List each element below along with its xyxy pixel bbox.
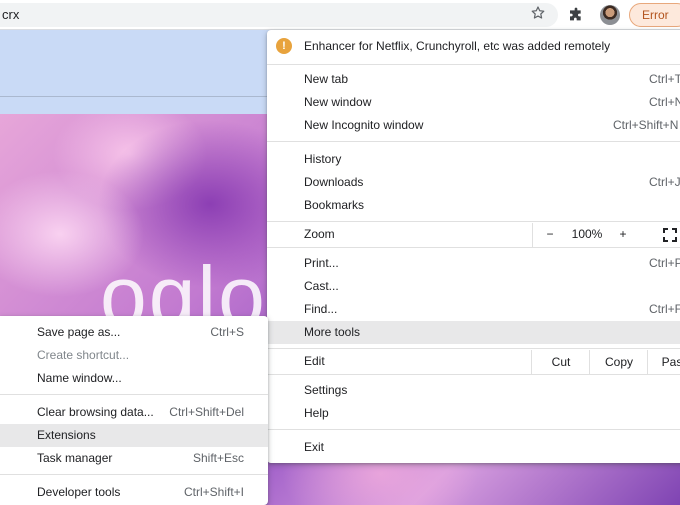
submenu-item-save-page[interactable]: Save page as... Ctrl+S — [0, 321, 268, 344]
menu-item-label: Downloads — [304, 175, 364, 189]
bookmark-star-icon[interactable] — [528, 3, 548, 23]
menu-separator — [267, 221, 680, 222]
menu-item-label: Name window... — [37, 371, 122, 385]
menu-item-shortcut: Ctrl+S — [210, 325, 244, 339]
menu-item-more-tools[interactable]: More tools — [267, 321, 680, 344]
menu-item-shortcut: Shift+Esc — [192, 451, 244, 465]
submenu-item-developer-tools[interactable]: Developer tools Ctrl+Shift+I — [0, 481, 268, 504]
warning-icon: ! — [276, 38, 292, 54]
menu-item-history[interactable]: History — [267, 148, 680, 171]
cut-button[interactable]: Cut — [531, 350, 590, 374]
menu-item-new-tab[interactable]: New tab Ctrl+T — [267, 68, 680, 91]
more-tools-submenu: Save page as... Ctrl+S Create shortcut..… — [0, 316, 268, 505]
menu-item-new-window[interactable]: New window Ctrl+N — [267, 91, 680, 114]
menu-item-label: Settings — [304, 383, 348, 397]
menu-separator — [267, 141, 680, 142]
menu-item-shortcut: Ctrl+Shift+I — [183, 485, 244, 499]
profile-error-chip[interactable]: Error — [629, 3, 680, 27]
menu-item-downloads[interactable]: Downloads Ctrl+J — [267, 171, 680, 194]
submenu-item-name-window[interactable]: Name window... — [0, 367, 268, 390]
copy-button[interactable]: Copy — [589, 350, 648, 374]
menu-item-new-incognito[interactable]: New Incognito window Ctrl+Shift+N — [267, 114, 680, 137]
menu-separator — [0, 474, 268, 475]
menu-item-shortcut: Ctrl+P — [649, 256, 680, 270]
menu-item-cast[interactable]: Cast... — [267, 275, 680, 298]
menu-separator — [267, 247, 680, 248]
menu-item-label: Task manager — [37, 451, 113, 465]
menu-item-label: Save page as... — [37, 325, 121, 339]
menu-item-label: Print... — [304, 256, 339, 270]
chrome-main-menu: ! Enhancer for Netflix, Crunchyroll, etc… — [267, 30, 680, 463]
menu-item-shortcut: Ctrl+F — [649, 302, 680, 316]
menu-separator — [267, 64, 680, 65]
menu-item-label: Create shortcut... — [37, 348, 130, 362]
menu-item-zoom: Zoom − 100% + — [267, 223, 680, 247]
menu-item-shortcut: Ctrl+T — [649, 72, 680, 86]
menu-item-label: New window — [304, 95, 372, 109]
menu-item-label: Developer tools — [37, 485, 121, 499]
menu-item-label: New tab — [304, 72, 349, 86]
menu-separator — [267, 429, 680, 430]
menu-item-label: Edit — [304, 354, 325, 368]
submenu-item-extensions[interactable]: Extensions — [0, 424, 268, 447]
menu-item-label: More tools — [304, 325, 361, 339]
notification-text: Enhancer for Netflix, Crunchyroll, etc w… — [304, 39, 611, 53]
submenu-item-task-manager[interactable]: Task manager Shift+Esc — [0, 447, 268, 470]
address-bar[interactable]: crx — [0, 3, 558, 27]
menu-item-bookmarks[interactable]: Bookmarks — [267, 194, 680, 217]
submenu-item-create-shortcut: Create shortcut... — [0, 344, 268, 367]
menu-item-label: Cast... — [304, 279, 339, 293]
menu-separator — [267, 374, 680, 375]
menu-item-exit[interactable]: Exit — [267, 436, 680, 459]
menu-item-shortcut: Ctrl+J — [649, 175, 680, 189]
menu-item-label: Bookmarks — [304, 198, 365, 212]
menu-item-find[interactable]: Find... Ctrl+F — [267, 298, 680, 321]
menu-item-label: History — [304, 152, 342, 166]
fullscreen-icon[interactable] — [663, 228, 677, 242]
zoom-in-button[interactable]: + — [613, 227, 633, 241]
notification-row[interactable]: ! Enhancer for Netflix, Crunchyroll, etc… — [267, 30, 680, 62]
menu-item-help[interactable]: Help — [267, 402, 680, 425]
menu-separator — [267, 348, 680, 349]
menu-item-edit: Edit Cut Copy Paste — [267, 350, 680, 374]
menu-item-settings[interactable]: Settings — [267, 379, 680, 402]
menu-separator — [0, 394, 268, 395]
menu-item-label: New Incognito window — [304, 118, 424, 132]
menu-item-shortcut: Ctrl+Shift+N — [613, 118, 679, 132]
menu-item-label: Help — [304, 406, 329, 420]
browser-toolbar: crx Error — [0, 0, 680, 30]
menu-item-shortcut: Ctrl+Shift+Del — [169, 405, 244, 419]
submenu-item-clear-browsing-data[interactable]: Clear browsing data... Ctrl+Shift+Del — [0, 401, 268, 424]
menu-item-print[interactable]: Print... Ctrl+P — [267, 252, 680, 275]
address-bar-text[interactable]: crx — [2, 7, 19, 22]
zoom-level: 100% — [571, 227, 603, 241]
profile-avatar[interactable] — [600, 5, 620, 25]
menu-item-label: Zoom — [304, 227, 335, 241]
menu-item-label: Find... — [304, 302, 338, 316]
menu-item-label: Clear browsing data... — [37, 405, 154, 419]
menu-item-label: Exit — [304, 440, 325, 454]
zoom-out-button[interactable]: − — [540, 227, 560, 241]
menu-item-label: Extensions — [37, 428, 96, 442]
extensions-puzzle-icon[interactable] — [566, 5, 586, 25]
menu-item-shortcut: Ctrl+N — [649, 95, 680, 109]
paste-button[interactable]: Paste — [647, 350, 680, 374]
zoom-controls: − 100% + — [532, 223, 680, 247]
